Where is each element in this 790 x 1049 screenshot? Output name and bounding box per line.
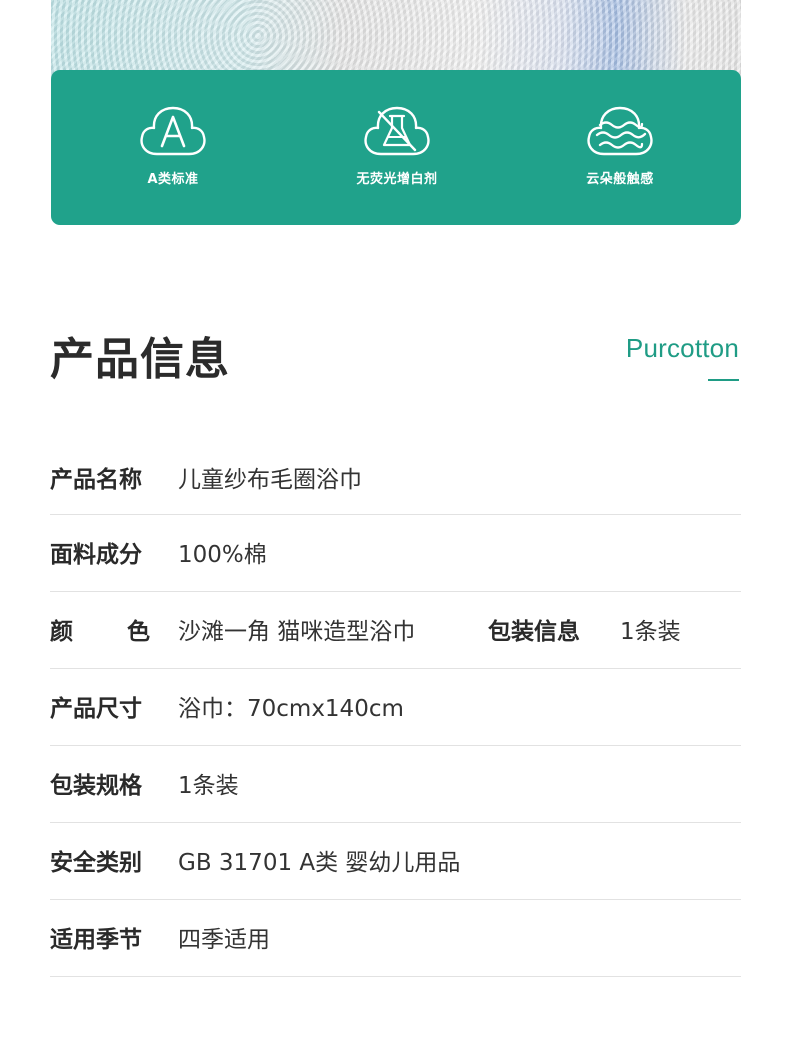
spec-key: 适用季节 bbox=[50, 927, 142, 953]
spec-row-size: 产品尺寸 浴巾：70cmx140cm bbox=[50, 669, 741, 746]
spec-key: 产品尺寸 bbox=[50, 696, 142, 722]
brand-logo: Purcotton bbox=[625, 333, 739, 363]
spec-value: 100%棉 bbox=[178, 542, 267, 568]
spec-row-season: 适用季节 四季适用 bbox=[50, 900, 741, 977]
spec-value: 四季适用 bbox=[178, 927, 270, 953]
spec-key: 安全类别 bbox=[50, 850, 142, 876]
spec-key: 颜 色 bbox=[50, 618, 150, 646]
feature-label: 无荧光增白剂 bbox=[356, 172, 438, 187]
grade-a-cloud-icon bbox=[140, 106, 206, 156]
brand-underline bbox=[708, 379, 739, 381]
spec-row-safety: 安全类别 GB 31701 A类 婴幼儿用品 bbox=[50, 823, 741, 900]
spec-key: 面料成分 bbox=[50, 542, 142, 568]
spec-key-packaging-info: 包装信息 bbox=[488, 619, 580, 645]
no-fluorescent-flask-icon bbox=[364, 106, 430, 156]
spec-row-fabric: 面料成分 100%棉 bbox=[50, 515, 741, 592]
spec-key-char: 色 bbox=[127, 619, 150, 645]
feature-banner: A类标准 无荧光增白剂 云朵般触感 bbox=[51, 70, 741, 225]
spec-value: 浴巾：70cmx140cm bbox=[178, 696, 404, 722]
feature-label: 云朵般触感 bbox=[586, 172, 654, 187]
feature-grade-a: A类标准 bbox=[103, 100, 243, 187]
spec-row-packaging: 包装规格 1条装 bbox=[50, 746, 741, 823]
feature-no-fluorescent: 无荧光增白剂 bbox=[327, 100, 467, 187]
spec-key-char: 颜 bbox=[50, 619, 73, 645]
spec-value: 儿童纱布毛圈浴巾 bbox=[178, 467, 362, 493]
spec-value-packaging-info: 1条装 bbox=[620, 619, 681, 645]
section-title: 产品信息 bbox=[50, 334, 230, 385]
spec-value: 1条装 bbox=[178, 773, 239, 799]
spec-key: 产品名称 bbox=[50, 467, 142, 493]
feature-label: A类标准 bbox=[147, 172, 199, 187]
cloud-waves-icon bbox=[587, 106, 653, 156]
spec-table: 产品名称 儿童纱布毛圈浴巾 面料成分 100%棉 颜 色 沙滩一角 猫咪造型浴巾… bbox=[50, 440, 741, 977]
spec-value: 沙滩一角 猫咪造型浴巾 bbox=[178, 619, 416, 645]
spec-value: GB 31701 A类 婴幼儿用品 bbox=[178, 850, 461, 876]
feature-cloud-touch: 云朵般触感 bbox=[550, 100, 690, 187]
spec-row-color: 颜 色 沙滩一角 猫咪造型浴巾 包装信息 1条装 bbox=[50, 592, 741, 669]
spec-row-name: 产品名称 儿童纱布毛圈浴巾 bbox=[50, 440, 741, 515]
spec-key: 包装规格 bbox=[50, 773, 142, 799]
